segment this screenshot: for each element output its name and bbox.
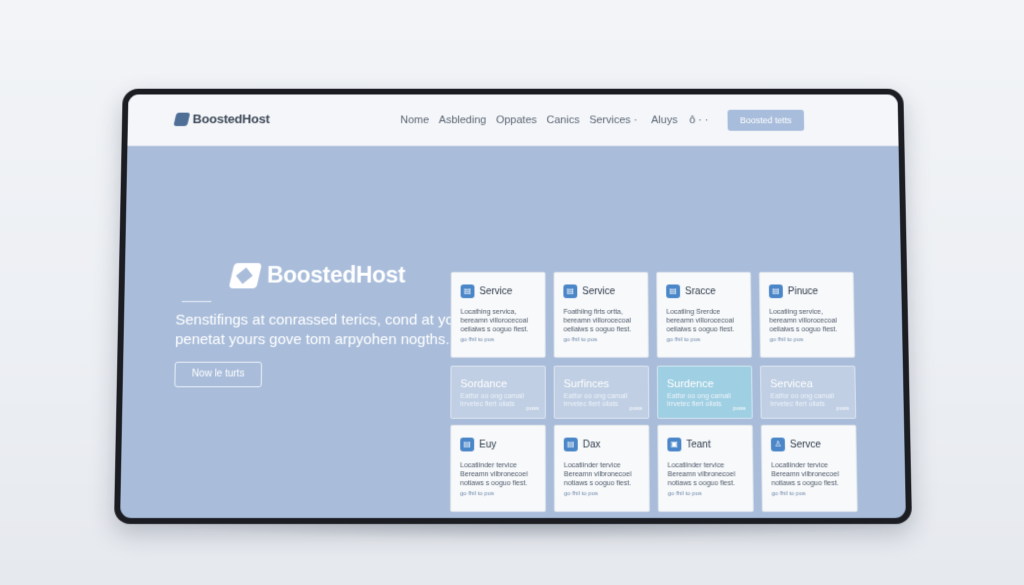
main-nav: Nome Asbleding Oppates Canics Services · — [400, 115, 637, 126]
service-icon: ▤ — [460, 284, 475, 299]
account-dropdown[interactable]: ô · · — [689, 115, 708, 126]
card-description: Locatiinder tervice Bereamn vilbronecoel… — [563, 462, 632, 488]
card-description: Locatiing Srerdce bereamn villorocecoal … — [666, 308, 735, 334]
band-link[interactable]: poss — [836, 406, 849, 412]
feature-band-row: Sordance Eatfor oo ong camall lrrvetec f… — [450, 365, 857, 419]
cta-button[interactable]: Boosted tetts — [727, 109, 805, 131]
hero-headline-line-2: penetat yours gove tom arpyohen nogths. — [174, 331, 450, 348]
card-title: Service — [479, 285, 513, 297]
nav-item-asbleding[interactable]: Asbleding — [439, 115, 486, 126]
hero-logo-icon — [228, 262, 263, 288]
service-cards-row-bottom: ▤ Euy Locatiinder tervice Bereamn vilbro… — [450, 424, 858, 513]
feature-band-highlighted[interactable]: Surdence Eatfor oo ong camall lrrvetec f… — [656, 365, 753, 419]
service-cards-row-top: ▤ Service Locathing servica, bereamn vil… — [450, 271, 856, 358]
service-card[interactable]: ▤ Service Foathiing firts ortta, bereamn… — [553, 271, 649, 358]
nav-item-services-dropdown[interactable]: Services · — [589, 115, 637, 126]
brand-name: BoostedHost — [192, 111, 270, 127]
card-description: Foathiing firts ortta, bereamn villoroce… — [563, 308, 632, 334]
card-title: Euy — [479, 439, 497, 450]
band-link[interactable]: poss — [733, 406, 746, 412]
card-title: Dax — [582, 439, 601, 450]
feature-band[interactable]: Sordance Eatfor oo ong camall lrrvetec f… — [450, 365, 546, 419]
hero-logo-text: BoostedHost — [266, 262, 406, 288]
service-card[interactable]: ▤ Pinuce Locatiing service, bereamn vill… — [758, 271, 856, 358]
feature-band[interactable]: Surfinces Eatfor oo ong camall lrrvetec … — [553, 365, 650, 419]
card-description: Locatiinder tervice Bereamn vilbronecoel… — [460, 462, 528, 488]
card-link[interactable]: go fhil to pos — [772, 491, 849, 497]
hero-headline-line-1: Senstifings at conrassed terics, cond at… — [175, 311, 462, 329]
card-title: Service — [582, 285, 616, 297]
card-link[interactable]: go fhil to pos — [460, 491, 537, 497]
card-description: Locatiinder tervice Bereamn vilbronecoel… — [771, 462, 839, 488]
hero-divider — [181, 301, 212, 303]
band-link[interactable]: poss — [526, 406, 539, 412]
brand[interactable]: BoostedHost — [173, 111, 270, 127]
nav-item-nome[interactable]: Nome — [400, 115, 429, 126]
card-link[interactable]: go fhil to pos — [460, 337, 536, 343]
card-link[interactable]: go fhil to pos — [667, 337, 743, 343]
band-title: Surdence — [666, 378, 714, 391]
service-icon: ▤ — [666, 284, 681, 299]
hero-button[interactable]: Now le turts — [174, 361, 263, 388]
service-card[interactable]: ♙ Servce Locatiinder tervice Bereamn vil… — [760, 424, 858, 513]
service-card[interactable]: ▤ Euy Locatiinder tervice Bereamn vilbro… — [450, 424, 546, 513]
service-card[interactable]: ▤ Dax Locatiinder tervice Bereamn vilbro… — [553, 424, 650, 513]
tablet-device: BoostedHost Nome Asbleding Oppates Canic… — [114, 88, 912, 525]
service-card[interactable]: ▣ Teant Locatiinder tervice Bereamn vilb… — [657, 424, 754, 513]
service-card[interactable]: ▤ Sracce Locatiing Srerdce bereamn villo… — [656, 271, 752, 358]
nav-item-canics[interactable]: Canics — [547, 115, 580, 126]
nav-item-oppates[interactable]: Oppates — [496, 115, 537, 126]
card-link[interactable]: go fhil to pos — [564, 337, 640, 343]
band-link[interactable]: poss — [630, 406, 643, 412]
nav-item-aluys[interactable]: Aluys — [651, 115, 677, 126]
hero-logo: BoostedHost — [228, 262, 406, 288]
card-description: Locatiing service, bereamn villorocecoal… — [769, 308, 838, 334]
card-title: Pinuce — [787, 285, 819, 297]
card-title: Servce — [789, 439, 821, 450]
band-title: Servicea — [770, 378, 813, 391]
card-link[interactable]: go fhil to pos — [770, 337, 846, 343]
card-link[interactable]: go fhil to pos — [668, 491, 745, 497]
card-link[interactable]: go fhil to pos — [564, 491, 641, 497]
service-icon: ▤ — [563, 284, 578, 299]
service-icon: ▤ — [768, 284, 783, 299]
card-title: Teant — [686, 439, 711, 450]
card-title: Sracce — [684, 285, 716, 297]
feature-band[interactable]: Servicea Eatfor oo ong camall lrrvetec f… — [760, 365, 857, 419]
band-title: Sordance — [460, 378, 508, 391]
screen: BoostedHost Nome Asbleding Oppates Canic… — [120, 94, 906, 519]
hero-headline: Senstifings at conrassed terics, cond at… — [175, 311, 463, 350]
hero-section: BoostedHost Senstifings at conrassed ter… — [120, 146, 462, 518]
window-icon: ▣ — [667, 437, 682, 452]
band-title: Surfinces — [563, 378, 610, 391]
service-card[interactable]: ▤ Service Locathing servica, bereamn vil… — [450, 271, 546, 358]
card-description: Locatiinder tervice Bereamn vilbronecoel… — [667, 462, 736, 488]
calendar-icon: ▤ — [460, 437, 475, 452]
user-icon: ♙ — [770, 437, 786, 452]
brand-logo-icon — [173, 112, 191, 126]
calendar-icon: ▤ — [563, 437, 578, 452]
nav-right: Aluys ô · · — [651, 115, 708, 126]
top-navigation-bar: BoostedHost Nome Asbleding Oppates Canic… — [127, 94, 899, 147]
card-description: Locathing servica, bereamn villorocecoal… — [460, 308, 529, 334]
